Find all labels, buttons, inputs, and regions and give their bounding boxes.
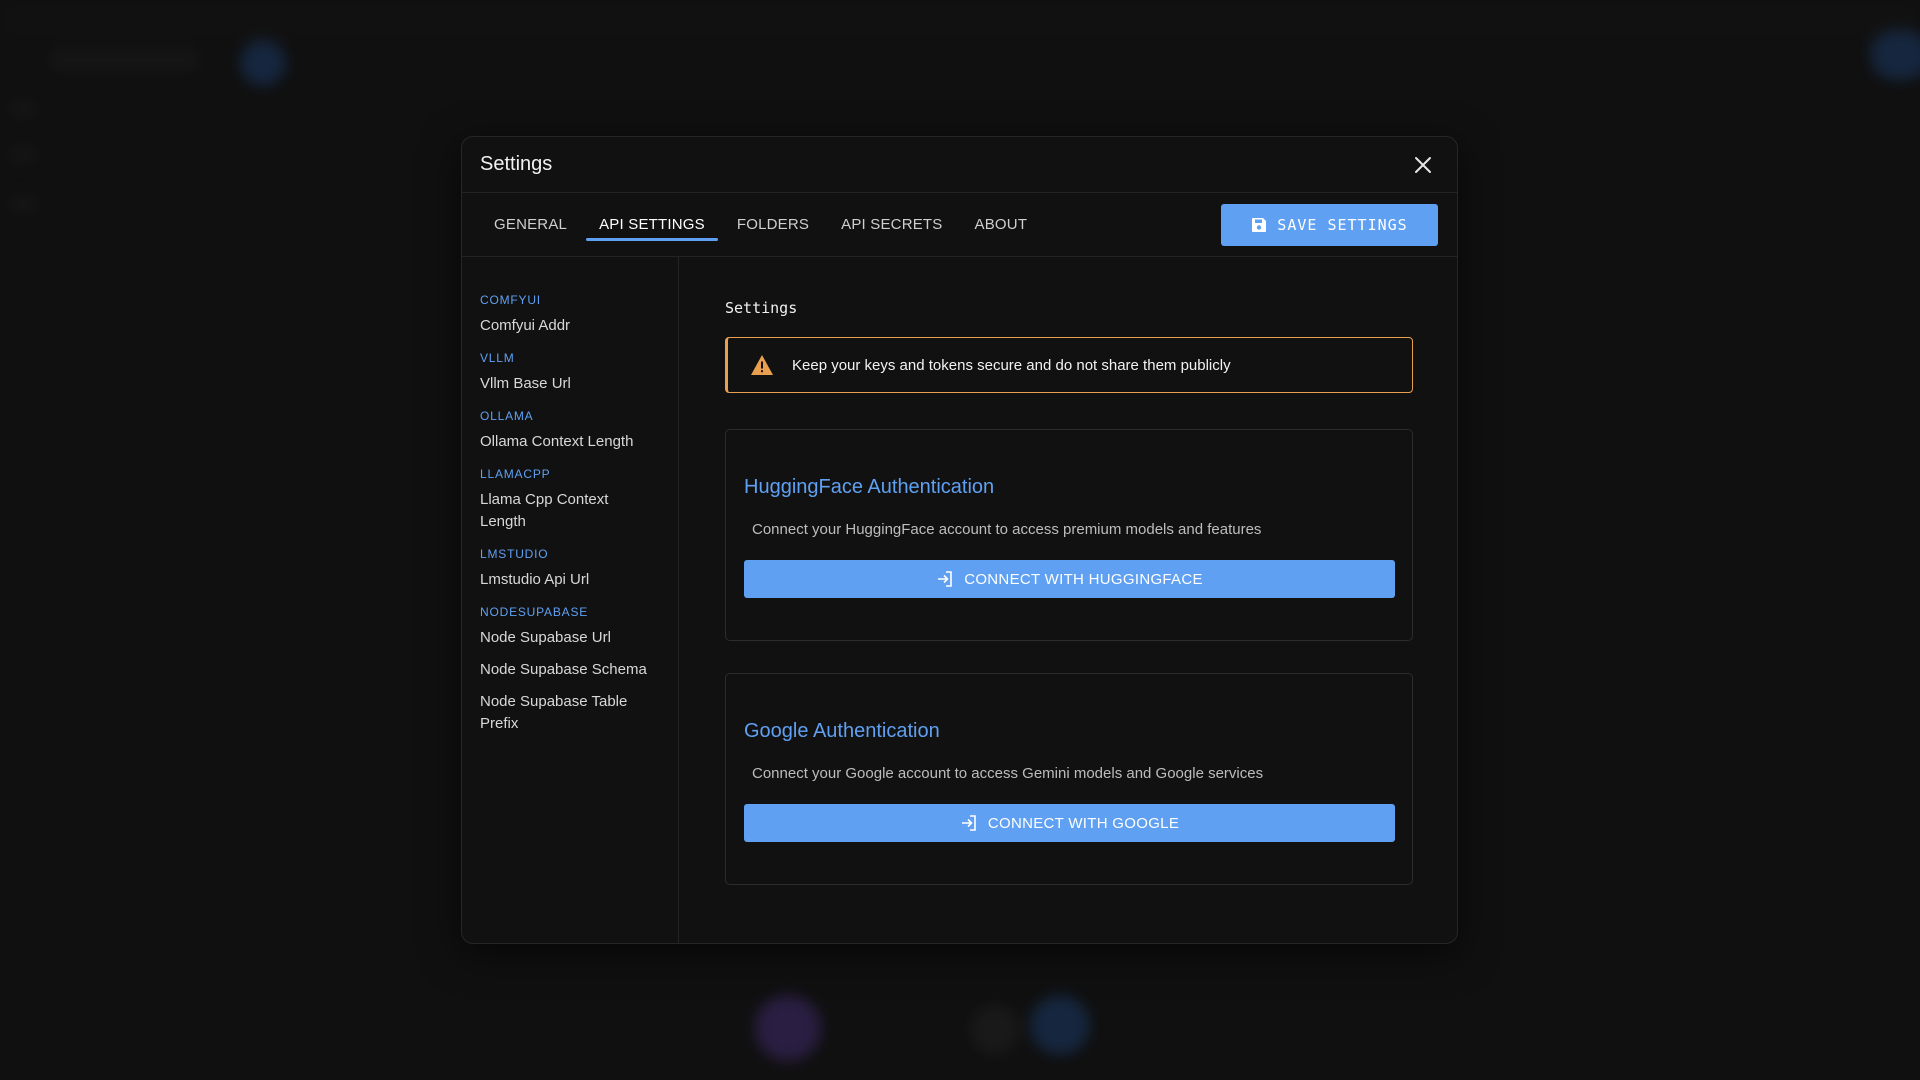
close-button[interactable] (1407, 149, 1439, 181)
settings-dialog: Settings GENERAL API SETTINGS FOLDERS AP… (461, 136, 1458, 944)
sidebar-item-llama-cpp-context-length[interactable]: Llama Cpp Context Length (480, 489, 678, 533)
tab-api-settings[interactable]: API SETTINGS (586, 193, 718, 256)
security-warning-alert: Keep your keys and tokens secure and do … (725, 337, 1413, 393)
connect-button-label: CONNECT WITH GOOGLE (987, 814, 1180, 832)
dialog-title: Settings (480, 153, 553, 175)
tab-folders[interactable]: FOLDERS (724, 193, 822, 256)
sidebar-item-node-supabase-schema[interactable]: Node Supabase Schema (480, 659, 678, 681)
card-title: Google Authentication (744, 720, 940, 742)
alert-text: Keep your keys and tokens secure and do … (792, 356, 1231, 374)
warning-icon (751, 355, 773, 375)
settings-main: Settings Keep your keys and tokens secur… (679, 257, 1457, 943)
close-icon (1415, 156, 1431, 173)
login-icon (938, 571, 953, 587)
sidebar-section-llamacpp: LLAMACPP (480, 467, 551, 481)
card-description: Connect your Google account to access Ge… (752, 765, 1264, 782)
sidebar-item-node-supabase-table-prefix[interactable]: Node Supabase Table Prefix (480, 691, 678, 735)
save-settings-label: SAVE SETTINGS (1277, 215, 1408, 234)
sidebar-section-ollama: OLLAMA (480, 409, 534, 423)
huggingface-auth-card: HuggingFace Authentication Connect your … (725, 429, 1413, 641)
login-icon (961, 815, 976, 831)
google-auth-card: Google Authentication Connect your Googl… (725, 673, 1413, 885)
card-title: HuggingFace Authentication (744, 476, 995, 498)
sidebar-section-comfyui: COMFYUI (480, 293, 541, 307)
sidebar-section-vllm: VLLM (480, 351, 515, 365)
card-description: Connect your HuggingFace account to acce… (752, 521, 1262, 538)
connect-google-button[interactable]: CONNECT WITH GOOGLE (744, 804, 1395, 842)
tab-about[interactable]: ABOUT (962, 193, 1041, 256)
section-title: Settings (725, 299, 798, 317)
sidebar-item-vllm-base-url[interactable]: Vllm Base Url (480, 373, 678, 395)
sidebar-section-nodesupabase: NODESUPABASE (480, 605, 589, 619)
tab-api-secrets[interactable]: API SECRETS (828, 193, 955, 256)
floppy-disk-icon (1252, 217, 1267, 232)
save-settings-button[interactable]: SAVE SETTINGS (1221, 203, 1438, 246)
sidebar-item-ollama-context-length[interactable]: Ollama Context Length (480, 431, 678, 453)
sidebar-item-lmstudio-api-url[interactable]: Lmstudio Api Url (480, 569, 678, 591)
tab-general[interactable]: GENERAL (481, 193, 580, 256)
sidebar-item-node-supabase-url[interactable]: Node Supabase Url (480, 627, 678, 649)
connect-button-label: CONNECT WITH HUGGINGFACE (964, 570, 1203, 588)
dialog-body: COMFYUI Comfyui Addr VLLM Vllm Base Url … (462, 257, 1457, 943)
sidebar-item-comfyui-addr[interactable]: Comfyui Addr (480, 315, 678, 337)
tab-bar: GENERAL API SETTINGS FOLDERS API SECRETS… (462, 193, 1457, 257)
tabs: GENERAL API SETTINGS FOLDERS API SECRETS… (481, 193, 1046, 256)
dialog-header: Settings (462, 137, 1457, 193)
settings-sidebar: COMFYUI Comfyui Addr VLLM Vllm Base Url … (462, 257, 679, 943)
sidebar-section-lmstudio: LMSTUDIO (480, 547, 549, 561)
connect-huggingface-button[interactable]: CONNECT WITH HUGGINGFACE (744, 560, 1395, 598)
